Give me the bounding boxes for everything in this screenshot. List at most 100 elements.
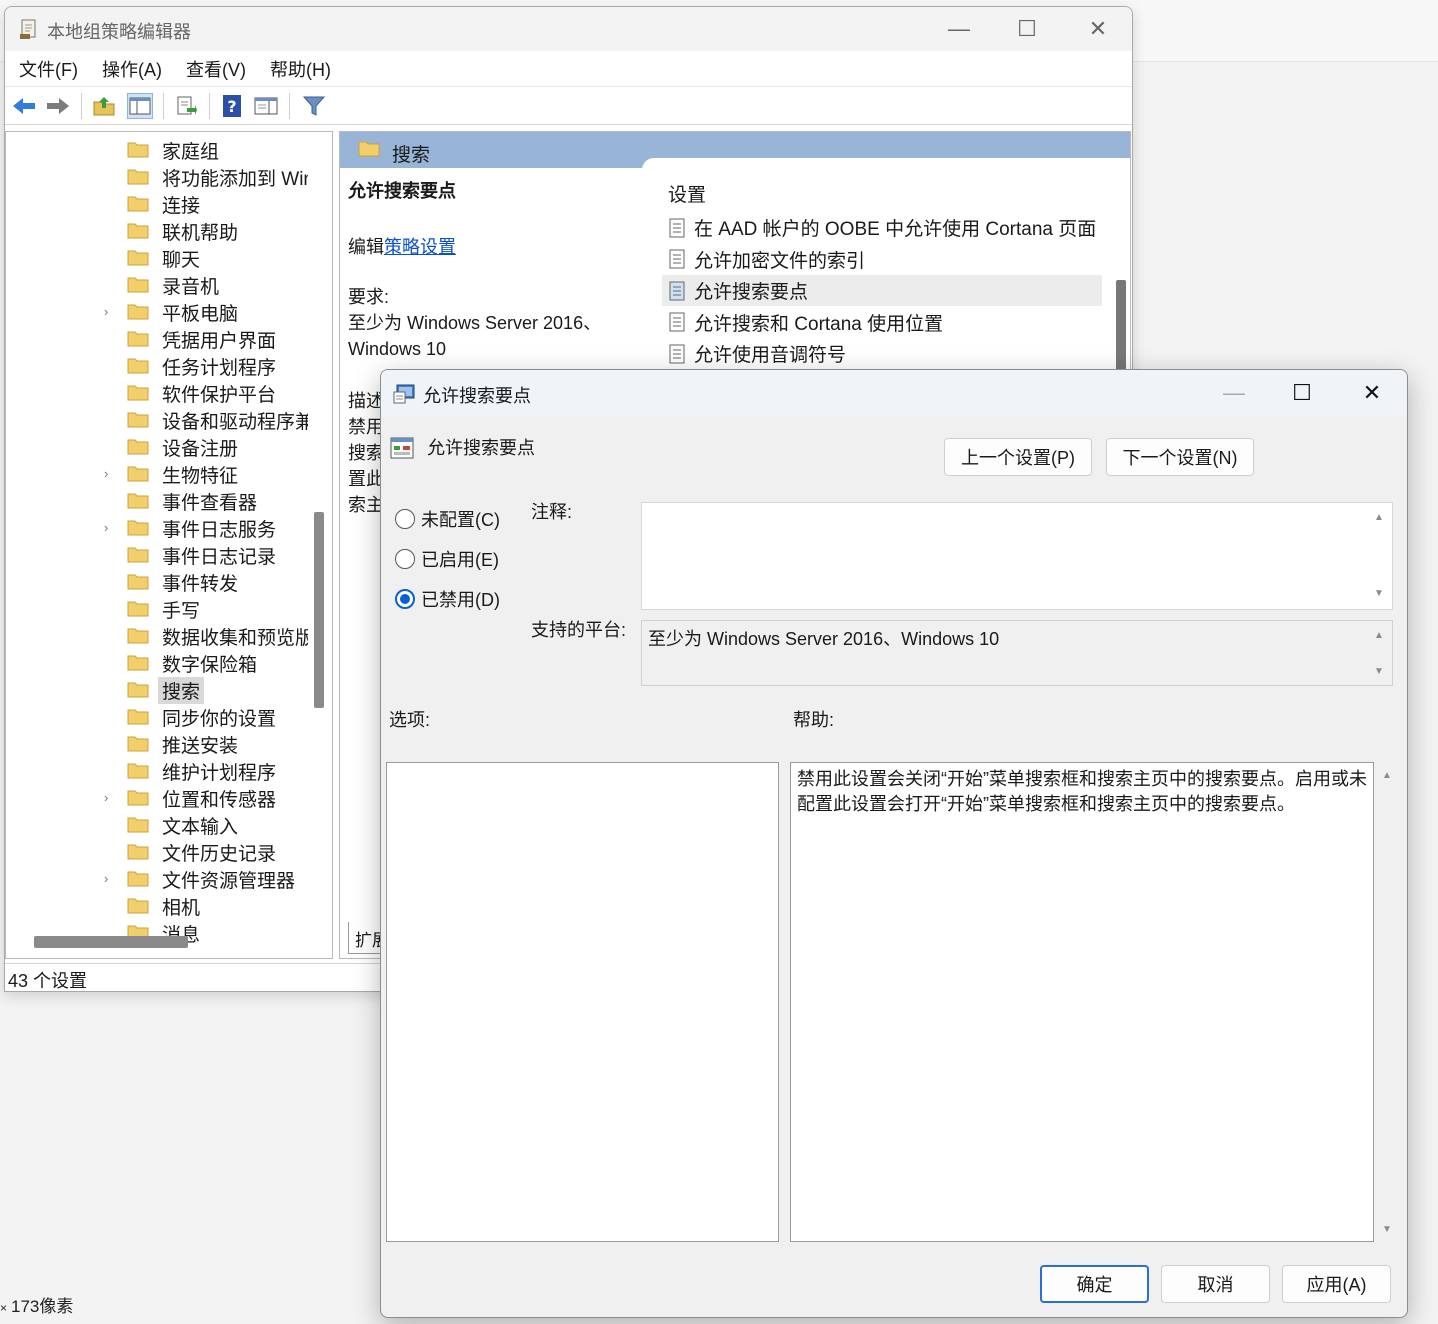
- dialog-close-button[interactable]: ✕: [1337, 370, 1407, 416]
- tree-item[interactable]: 连接: [6, 190, 306, 217]
- tree-item[interactable]: 事件转发: [6, 568, 306, 595]
- help-icon[interactable]: ?: [219, 93, 245, 119]
- tree-item[interactable]: 设备和驱动程序兼: [6, 406, 314, 433]
- show-action-pane-icon[interactable]: [253, 93, 279, 119]
- comment-textarea[interactable]: [641, 502, 1393, 610]
- setting-row[interactable]: 允许搜索和 Cortana 使用位置: [662, 307, 1102, 338]
- back-arrow-icon[interactable]: [11, 93, 37, 119]
- expand-chevron-icon[interactable]: ›: [104, 871, 108, 886]
- tree-item[interactable]: › 文件资源管理器: [6, 865, 306, 892]
- folder-icon: [127, 412, 149, 428]
- radio-enabled[interactable]: 已启用(E): [395, 546, 499, 572]
- setting-row[interactable]: 在 AAD 帐户的 OOBE 中允许使用 Cortana 页面: [662, 212, 1102, 243]
- settings-scroll-thumb[interactable]: [1116, 280, 1126, 376]
- tree-item-label: 平板电脑: [162, 304, 239, 325]
- tree-item[interactable]: 联机帮助: [6, 217, 306, 244]
- options-label: 选项:: [389, 710, 431, 730]
- radio-circle-icon[interactable]: [395, 589, 415, 609]
- setting-row[interactable]: 允许使用音调符号: [662, 338, 1102, 369]
- tree-item[interactable]: 将功能添加到 Win: [6, 163, 314, 190]
- folder-icon: [127, 142, 149, 158]
- tree-item[interactable]: 数字保险箱: [6, 649, 306, 676]
- platform-scroll-down-icon[interactable]: ▼: [1374, 666, 1399, 677]
- tree-item[interactable]: 文件历史记录: [6, 838, 306, 865]
- edit-policy-link[interactable]: 策略设置: [384, 237, 456, 257]
- close-button[interactable]: ✕: [1063, 7, 1132, 51]
- setting-label: 允许加密文件的索引: [694, 250, 866, 272]
- folder-icon: [127, 574, 149, 590]
- menu-file[interactable]: 文件(F): [19, 56, 78, 82]
- comment-scroll-up-icon[interactable]: ▲: [1374, 512, 1399, 523]
- setting-row[interactable]: 允许加密文件的索引: [662, 244, 1102, 275]
- tree-item[interactable]: 事件查看器: [6, 487, 306, 514]
- tree-item[interactable]: › 位置和传感器: [6, 784, 306, 811]
- next-setting-button[interactable]: 下一个设置(N): [1106, 438, 1254, 476]
- menu-action[interactable]: 操作(A): [102, 56, 162, 82]
- minimize-button[interactable]: —: [924, 7, 994, 51]
- menu-help[interactable]: 帮助(H): [270, 56, 331, 82]
- tree-item-label: 位置和传感器: [162, 790, 277, 811]
- tree-item[interactable]: 文本输入: [6, 811, 306, 838]
- tree-item[interactable]: 同步你的设置: [6, 703, 306, 730]
- expand-chevron-icon[interactable]: ›: [104, 790, 108, 805]
- up-folder-icon[interactable]: [91, 93, 117, 119]
- tree-item[interactable]: 软件保护平台: [6, 379, 306, 406]
- policy-page-icon: [669, 218, 685, 237]
- tree-item[interactable]: 手写: [6, 595, 306, 622]
- radio-disabled[interactable]: 已禁用(D): [395, 586, 500, 612]
- show-tree-icon[interactable]: [127, 93, 153, 119]
- tree-item-label: 设备和驱动程序兼: [162, 412, 315, 433]
- previous-setting-button[interactable]: 上一个设置(P): [944, 438, 1092, 476]
- tree-item[interactable]: 家庭组: [6, 136, 306, 163]
- forward-arrow-icon[interactable]: [45, 93, 71, 119]
- menu-view[interactable]: 查看(V): [186, 56, 246, 82]
- apply-button[interactable]: 应用(A): [1282, 1265, 1391, 1303]
- expand-chevron-icon[interactable]: ›: [104, 520, 108, 535]
- help-scroll-down-icon[interactable]: ▼: [1382, 1224, 1399, 1235]
- tree-item[interactable]: 设备注册: [6, 433, 306, 460]
- export-list-icon[interactable]: [173, 93, 199, 119]
- tree-item[interactable]: 搜索: [6, 676, 306, 704]
- settings-column-header[interactable]: 设置: [668, 180, 706, 207]
- tree-item[interactable]: › 事件日志服务: [6, 514, 306, 541]
- cancel-button[interactable]: 取消: [1161, 1265, 1270, 1303]
- tree-item-label: 数据收集和预览版: [162, 628, 315, 649]
- tree-item[interactable]: 聊天: [6, 244, 306, 271]
- filter-icon[interactable]: [301, 93, 327, 119]
- radio-label: 已禁用(D): [421, 590, 500, 610]
- radio-circle-icon[interactable]: [395, 549, 415, 569]
- window-titlebar[interactable]: 本地组策略编辑器 — ☐ ✕: [5, 7, 1132, 51]
- dialog-titlebar[interactable]: 允许搜索要点 — ☐ ✕: [381, 370, 1407, 416]
- tree-item[interactable]: 数据收集和预览版: [6, 622, 314, 649]
- tree-item[interactable]: 事件日志记录: [6, 541, 306, 568]
- maximize-button[interactable]: ☐: [992, 7, 1062, 51]
- tree-item[interactable]: 凭据用户界面: [6, 325, 306, 352]
- tree-item[interactable]: 任务计划程序: [6, 352, 306, 379]
- tree-item[interactable]: › 生物特征: [6, 460, 306, 487]
- tree-item-label: 数字保险箱: [162, 655, 258, 676]
- tree-horizontal-scroll-thumb[interactable]: [34, 936, 188, 948]
- expand-chevron-icon[interactable]: ›: [104, 466, 108, 481]
- tree-item[interactable]: 推送安装: [6, 730, 306, 757]
- dialog-minimize-button: —: [1223, 380, 1245, 405]
- tree-vertical-scroll-thumb[interactable]: [314, 512, 324, 708]
- radio-circle-icon[interactable]: [395, 509, 415, 529]
- folder-icon: [127, 385, 149, 401]
- expand-chevron-icon[interactable]: ›: [104, 304, 108, 319]
- help-panel: 禁用此设置会关闭“开始”菜单搜索框和搜索主页中的搜索要点。启用或未配置此设置会打…: [790, 762, 1374, 1242]
- ok-button[interactable]: 确定: [1040, 1265, 1149, 1303]
- folder-icon: [127, 196, 149, 212]
- setting-row[interactable]: 允许搜索要点: [662, 275, 1102, 306]
- tree-item[interactable]: › 平板电脑: [6, 298, 306, 325]
- dialog-maximize-button[interactable]: ☐: [1267, 370, 1337, 416]
- folder-icon: [127, 709, 149, 725]
- help-scroll-up-icon[interactable]: ▲: [1382, 770, 1399, 781]
- tree-item[interactable]: 维护计划程序: [6, 757, 306, 784]
- tree-item[interactable]: 相机: [6, 892, 306, 919]
- tree-item-label: 聊天: [162, 250, 201, 271]
- platform-scroll-up-icon[interactable]: ▲: [1374, 630, 1399, 641]
- comment-scroll-down-icon[interactable]: ▼: [1374, 588, 1399, 599]
- radio-not-configured[interactable]: 未配置(C): [395, 506, 500, 532]
- tree-item[interactable]: 录音机: [6, 271, 306, 298]
- folder-icon: [127, 682, 149, 698]
